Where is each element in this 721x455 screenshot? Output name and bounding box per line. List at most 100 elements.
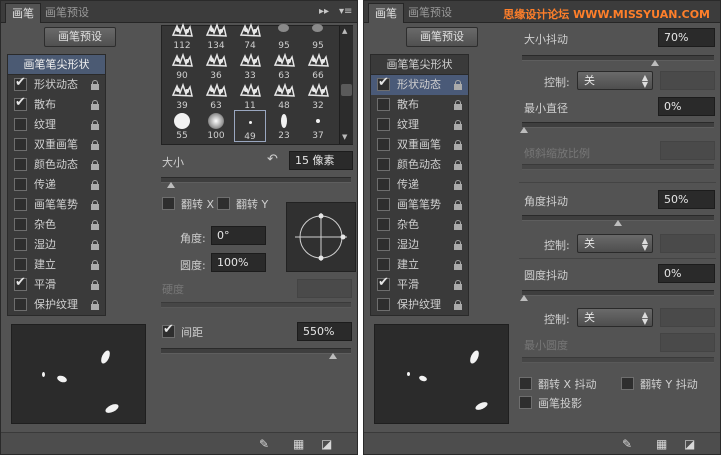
brush-tip[interactable]: 112	[166, 20, 198, 52]
flip-y-checkbox[interactable]	[217, 197, 230, 210]
brush-tip[interactable]: 95	[302, 20, 334, 52]
new-preset-icon[interactable]: ◪	[684, 437, 695, 451]
brush-tip[interactable]: 33	[234, 50, 266, 82]
lock-icon[interactable]	[454, 120, 462, 130]
brush-tip[interactable]: 134	[200, 20, 232, 52]
brush-tip[interactable]: 23	[268, 110, 300, 142]
tilt-scale-field[interactable]	[660, 141, 715, 160]
lock-icon[interactable]	[91, 200, 99, 210]
brush-tip[interactable]: 63	[268, 50, 300, 82]
list-item[interactable]: ✔ 平滑	[8, 275, 105, 295]
brush-tip[interactable]: 11	[234, 80, 266, 112]
angle-jitter-slider[interactable]	[522, 215, 714, 226]
size-slider[interactable]	[161, 177, 351, 188]
size-field[interactable]: 15 像素	[289, 151, 353, 170]
min-diameter-thumb[interactable]	[520, 127, 528, 133]
tip-grid-scrollbar[interactable]: ▲ ▼	[339, 26, 353, 144]
list-item[interactable]: 颜色动态	[371, 155, 468, 175]
brush-tip[interactable]: 55	[166, 110, 198, 142]
list-item[interactable]: 双重画笔	[8, 135, 105, 155]
brush-toggle-icon[interactable]: ✎	[622, 437, 632, 451]
list-item[interactable]: 保护纹理	[8, 295, 105, 315]
brush-tip[interactable]: 66	[302, 50, 334, 82]
lock-icon[interactable]	[91, 220, 99, 230]
brush-presets-button[interactable]: 画笔预设	[406, 27, 478, 47]
hardness-field[interactable]	[297, 279, 352, 298]
list-item[interactable]: 传递	[371, 175, 468, 195]
brush-presets-button[interactable]: 画笔预设	[44, 27, 116, 47]
list-item[interactable]: 建立	[371, 255, 468, 275]
list-item[interactable]: 传递	[8, 175, 105, 195]
option-checkbox[interactable]	[14, 158, 27, 171]
option-checkbox[interactable]	[377, 178, 390, 191]
lock-icon[interactable]	[454, 140, 462, 150]
option-checkbox[interactable]	[377, 198, 390, 211]
brush-tip[interactable]: 90	[166, 50, 198, 82]
list-item[interactable]: 散布	[371, 95, 468, 115]
flip-y-jitter-checkbox[interactable]	[621, 377, 634, 390]
tilt-scale-slider[interactable]	[522, 164, 714, 170]
roundness-jitter-field[interactable]: 0%	[658, 264, 715, 283]
brush-toggle-icon[interactable]: ✎	[259, 437, 269, 451]
roundness-jitter-slider[interactable]	[520, 290, 714, 301]
option-checkbox[interactable]	[377, 118, 390, 131]
lock-icon[interactable]	[454, 280, 462, 290]
lock-icon[interactable]	[454, 100, 462, 110]
tab-brush[interactable]: 画笔	[5, 3, 41, 23]
flip-x-checkbox[interactable]	[162, 197, 175, 210]
lock-icon[interactable]	[91, 260, 99, 270]
lock-icon[interactable]	[91, 120, 99, 130]
option-checkbox[interactable]	[14, 298, 27, 311]
scroll-thumb[interactable]	[341, 84, 352, 96]
list-item[interactable]: 杂色	[371, 215, 468, 235]
angle-control-select[interactable]: 关 ▲ ▼	[577, 234, 653, 253]
brush-tip[interactable]: 74	[234, 20, 266, 52]
brush-tip[interactable]: 100	[200, 110, 232, 142]
collapse-icon[interactable]: ▸▸	[319, 5, 329, 19]
option-checkbox[interactable]: ✔	[377, 75, 390, 91]
option-checkbox[interactable]	[14, 138, 27, 151]
size-jitter-slider[interactable]	[522, 55, 714, 66]
brush-tip[interactable]: 49	[234, 110, 266, 142]
option-checkbox[interactable]: ✔	[377, 275, 390, 291]
size-control-extra-field[interactable]	[660, 71, 715, 90]
lock-icon[interactable]	[454, 200, 462, 210]
min-roundness-field[interactable]	[660, 333, 715, 352]
brush-tip[interactable]: 37	[302, 110, 334, 142]
list-item[interactable]: 纹理	[8, 115, 105, 135]
brush-tip-shape-item[interactable]: 画笔笔尖形状	[8, 55, 105, 75]
brush-tip[interactable]: 32	[302, 80, 334, 112]
option-checkbox[interactable]: ✔	[14, 75, 27, 91]
brush-tip[interactable]: 39	[166, 80, 198, 112]
size-control-select[interactable]: 关 ▲ ▼	[577, 71, 653, 90]
lock-icon[interactable]	[91, 140, 99, 150]
lock-icon[interactable]	[454, 160, 462, 170]
grid-icon[interactable]: ▦	[656, 437, 667, 451]
lock-icon[interactable]	[454, 300, 462, 310]
list-item[interactable]: 保护纹理	[371, 295, 468, 315]
lock-icon[interactable]	[454, 180, 462, 190]
option-checkbox[interactable]	[14, 258, 27, 271]
lock-icon[interactable]	[91, 80, 99, 90]
lock-icon[interactable]	[454, 80, 462, 90]
option-checkbox[interactable]	[14, 218, 27, 231]
brush-tip-shape-item[interactable]: 画笔笔尖形状	[371, 55, 468, 75]
list-item[interactable]: 颜色动态	[8, 155, 105, 175]
tab-brush[interactable]: 画笔	[368, 3, 404, 23]
option-checkbox[interactable]	[377, 158, 390, 171]
angle-roundness-widget[interactable]	[286, 202, 356, 272]
brush-projection-checkbox[interactable]	[519, 396, 532, 409]
roundness-field[interactable]: 100%	[211, 253, 266, 272]
option-checkbox[interactable]	[377, 218, 390, 231]
lock-icon[interactable]	[91, 300, 99, 310]
min-diameter-slider[interactable]	[520, 122, 714, 133]
lock-icon[interactable]	[454, 240, 462, 250]
size-jitter-thumb[interactable]	[651, 60, 659, 66]
grid-icon[interactable]: ▦	[293, 437, 304, 451]
option-checkbox[interactable]	[14, 238, 27, 251]
option-checkbox[interactable]	[377, 238, 390, 251]
flip-x-jitter-checkbox[interactable]	[519, 377, 532, 390]
list-item[interactable]: 画笔笔势	[8, 195, 105, 215]
list-item[interactable]: 纹理	[371, 115, 468, 135]
option-checkbox[interactable]	[377, 138, 390, 151]
